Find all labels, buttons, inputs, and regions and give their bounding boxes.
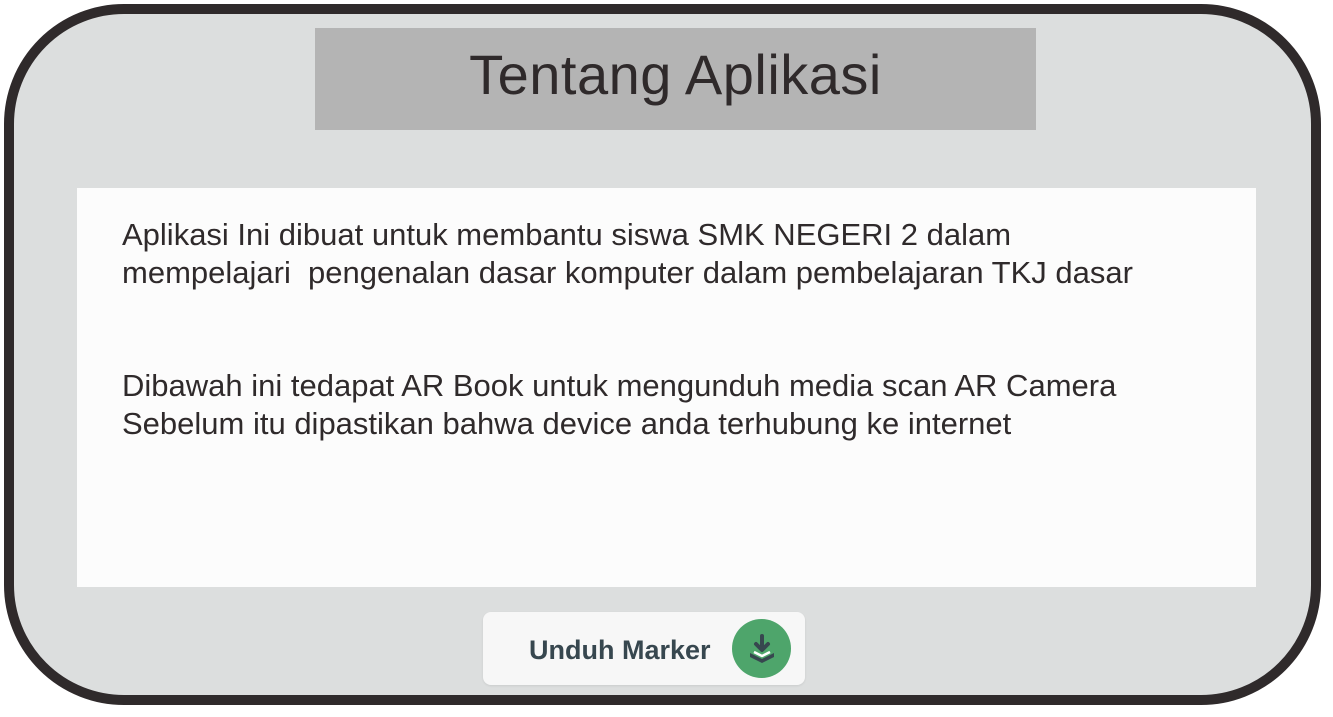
description-paragraph: Aplikasi Ini dibuat untuk membantu siswa…	[122, 216, 1133, 292]
download-marker-button[interactable]: Unduh Marker	[483, 612, 805, 685]
instruction-line-2: Sebelum itu dipastikan bahwa device anda…	[122, 406, 1012, 441]
about-content-panel: Aplikasi Ini dibuat untuk membantu siswa…	[77, 188, 1256, 587]
page-title: Tentang Aplikasi	[469, 43, 882, 106]
instruction-paragraph: Dibawah ini tedapat AR Book untuk mengun…	[122, 367, 1116, 443]
description-line-2: mempelajari pengenalan dasar komputer da…	[122, 255, 1133, 290]
download-tray-icon	[732, 619, 791, 678]
description-line-1: Aplikasi Ini dibuat untuk membantu siswa…	[122, 217, 1012, 252]
download-tray-icon-glyph	[749, 633, 774, 663]
instruction-line-1: Dibawah ini tedapat AR Book untuk mengun…	[122, 368, 1117, 403]
title-bar: Tentang Aplikasi	[315, 28, 1036, 130]
download-marker-label: Unduh Marker	[529, 635, 711, 665]
